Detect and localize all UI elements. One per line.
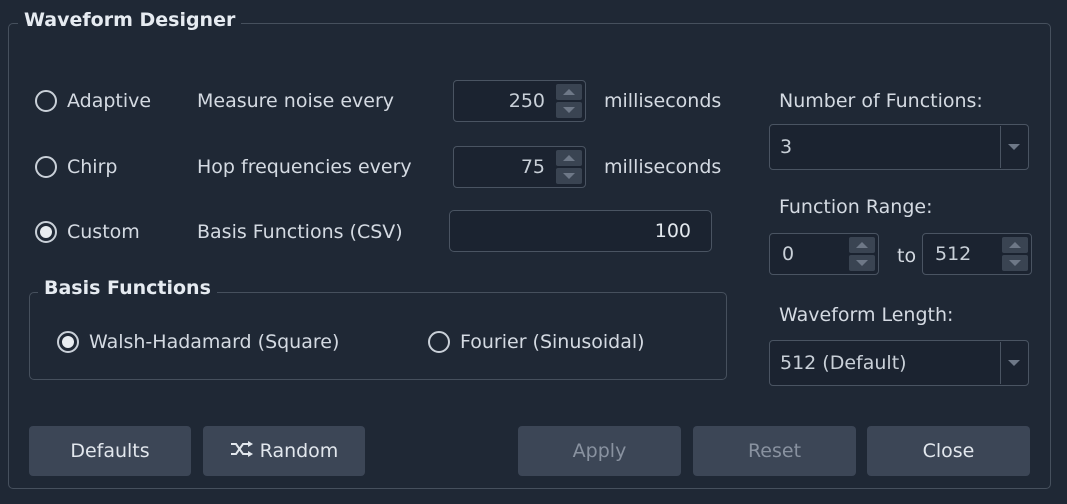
number-of-functions-value: 3 <box>780 136 793 158</box>
noise-interval-value: 250 <box>508 90 545 112</box>
radio-chirp[interactable]: Chirp <box>35 155 117 179</box>
radio-adaptive-label: Adaptive <box>67 90 152 112</box>
chevron-down-icon[interactable] <box>1000 126 1027 168</box>
basis-csv-input[interactable]: 100 <box>449 210 712 252</box>
hop-interval-value: 75 <box>520 156 545 178</box>
arrow-down-icon[interactable] <box>556 102 582 118</box>
radio-walsh-hadamard[interactable]: Walsh-Hadamard (Square) <box>57 330 339 354</box>
basis-functions-title: Basis Functions <box>38 277 217 299</box>
radio-button[interactable] <box>35 221 57 243</box>
arrow-up-icon[interactable] <box>556 84 582 100</box>
arrow-up-icon[interactable] <box>556 150 582 166</box>
chevron-down-icon[interactable] <box>1000 342 1027 384</box>
basis-csv-label: Basis Functions (CSV) <box>197 221 403 243</box>
waveform-length-value: 512 (Default) <box>780 352 907 374</box>
range-to-spinbox[interactable]: 512 <box>922 233 1032 275</box>
reset-button-label: Reset <box>747 440 802 462</box>
reset-button[interactable]: Reset <box>693 426 856 476</box>
measure-noise-label: Measure noise every <box>197 90 395 112</box>
range-from-spinbox[interactable]: 0 <box>769 233 879 275</box>
radio-adaptive[interactable]: Adaptive <box>35 89 151 113</box>
arrow-down-icon[interactable] <box>1002 255 1028 271</box>
arrow-up-icon[interactable] <box>849 237 875 253</box>
radio-button[interactable] <box>35 90 57 112</box>
radio-custom-label: Custom <box>67 221 140 243</box>
radio-chirp-label: Chirp <box>67 156 118 178</box>
basis-csv-value: 100 <box>654 220 691 242</box>
defaults-button-label: Defaults <box>70 440 150 462</box>
radio-walsh-hadamard-label: Walsh-Hadamard (Square) <box>89 331 340 353</box>
radio-button[interactable] <box>57 331 79 353</box>
arrow-up-icon[interactable] <box>1002 237 1028 253</box>
number-of-functions-label: Number of Functions: <box>779 90 983 112</box>
random-button[interactable]: Random <box>203 426 365 476</box>
close-button-label: Close <box>922 440 975 462</box>
range-to-label: to <box>897 245 917 267</box>
milliseconds-label: milliseconds <box>604 90 722 112</box>
close-button[interactable]: Close <box>867 426 1030 476</box>
function-range-label: Function Range: <box>779 196 933 218</box>
range-to-value: 512 <box>935 243 972 265</box>
dialog-title: Waveform Designer <box>18 9 242 31</box>
radio-button[interactable] <box>428 331 450 353</box>
radio-custom[interactable]: Custom <box>35 220 140 244</box>
milliseconds-label: milliseconds <box>604 156 722 178</box>
hop-interval-spinbox[interactable]: 75 <box>453 146 586 188</box>
waveform-length-label: Waveform Length: <box>779 304 954 326</box>
defaults-button[interactable]: Defaults <box>29 426 191 476</box>
hop-frequencies-label: Hop frequencies every <box>197 156 412 178</box>
radio-button[interactable] <box>35 156 57 178</box>
arrow-down-icon[interactable] <box>556 168 582 184</box>
arrow-down-icon[interactable] <box>849 255 875 271</box>
noise-interval-spinbox[interactable]: 250 <box>453 80 586 122</box>
number-of-functions-combo[interactable]: 3 <box>769 124 1029 170</box>
shuffle-icon <box>230 440 254 462</box>
waveform-length-combo[interactable]: 512 (Default) <box>769 340 1029 386</box>
range-from-value: 0 <box>782 243 795 265</box>
radio-fourier-label: Fourier (Sinusoidal) <box>460 331 645 353</box>
apply-button[interactable]: Apply <box>518 426 681 476</box>
apply-button-label: Apply <box>572 440 627 462</box>
radio-fourier[interactable]: Fourier (Sinusoidal) <box>428 330 645 354</box>
random-button-label: Random <box>259 440 339 462</box>
